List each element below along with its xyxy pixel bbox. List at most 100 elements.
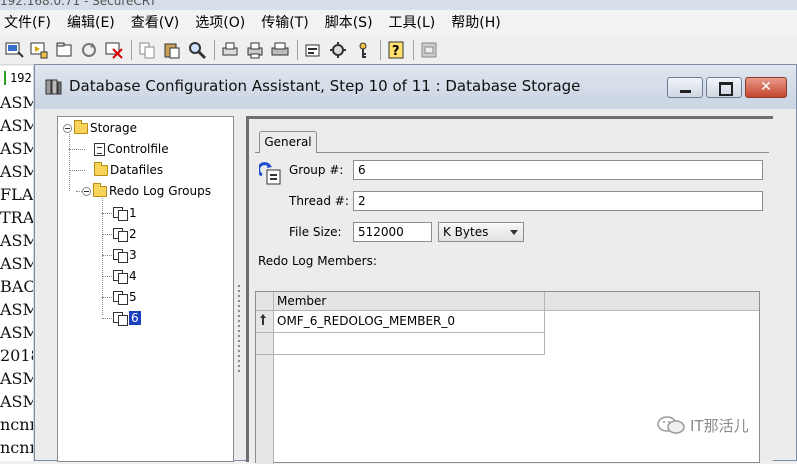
collapse-icon[interactable] [63, 123, 72, 133]
tree-node-group-4[interactable]: 4 [113, 267, 137, 285]
unit-select-value: K Bytes [443, 225, 489, 239]
reconnect-icon[interactable] [79, 40, 99, 60]
disconnect-icon[interactable] [104, 40, 124, 60]
redo-log-members-label: Redo Log Members: [258, 254, 377, 268]
controlfile-icon [94, 142, 105, 156]
wechat-icon [656, 414, 686, 436]
print-setup-icon[interactable] [220, 40, 240, 60]
chevron-down-icon [510, 230, 518, 235]
file-size-label: File Size: [289, 225, 342, 239]
toolbar-separator [413, 39, 414, 60]
folder-icon [93, 182, 107, 197]
global-options-icon[interactable] [328, 40, 348, 60]
tree-node-label: 3 [129, 248, 137, 262]
paste-icon[interactable] [162, 40, 182, 60]
redo-log-icon [113, 248, 128, 263]
session-options-icon[interactable] [303, 40, 323, 60]
minimize-button[interactable] [667, 77, 703, 98]
tab-container: General Group #: 6 Thread #: 2 File Size… [249, 119, 773, 464]
tree-node-datafiles[interactable]: Datafiles [94, 161, 163, 179]
tab-general[interactable]: General [259, 131, 317, 153]
help-icon[interactable]: ? [386, 40, 406, 60]
current-row-icon [260, 314, 266, 325]
session-status-indicator [4, 71, 6, 85]
table-cell-member[interactable] [274, 333, 545, 355]
menu-transfer[interactable]: 传输(T) [261, 12, 308, 32]
dbca-dialog: Database Configuration Assistant, Step 1… [34, 64, 797, 464]
toolbar-separator [297, 39, 298, 60]
key-icon[interactable] [353, 40, 373, 60]
toolbar-separator [214, 39, 215, 60]
print-icon[interactable] [270, 40, 290, 60]
dialog-title: Database Configuration Assistant, Step 1… [69, 77, 581, 95]
print-selection-icon[interactable] [245, 40, 265, 60]
redo-log-icon [113, 311, 128, 326]
tree-node-label: 4 [129, 269, 137, 283]
dbca-app-icon [43, 77, 63, 97]
tree-node-group-2[interactable]: 2 [113, 225, 137, 243]
close-icon: ✕ [760, 79, 772, 95]
tree-node-group-3[interactable]: 3 [113, 246, 137, 264]
tree-node-controlfile[interactable]: Controlfile [94, 140, 169, 158]
tree-node-group-6[interactable]: 6 [113, 309, 141, 327]
column-header-filler [545, 292, 759, 311]
group-number-field[interactable]: 6 [353, 160, 763, 180]
session-tab-label: 192 [10, 71, 32, 85]
file-size-unit-select[interactable]: K Bytes [438, 222, 524, 242]
redo-log-members-table[interactable]: Member OMF_6_REDOLOG_MEMBER_0 [255, 291, 760, 464]
column-header-member[interactable]: Member [274, 292, 545, 311]
tree-connector [69, 170, 85, 171]
find-icon[interactable] [187, 40, 207, 60]
crt-menu-bar: 文件(F) 编辑(E) 查看(V) 选项(O) 传输(T) 脚本(S) 工具(L… [0, 10, 797, 34]
tree-node-storage[interactable]: Storage [63, 119, 137, 137]
copy-icon[interactable] [137, 40, 157, 60]
row-header[interactable] [256, 333, 274, 355]
thread-number-label: Thread #: [289, 194, 349, 208]
connect-icon[interactable] [4, 40, 24, 60]
tree-node-group-5[interactable]: 5 [113, 288, 137, 306]
menu-tools[interactable]: 工具(L) [389, 12, 436, 32]
group-number-label: Group #: [289, 163, 344, 177]
redo-group-icon [257, 161, 285, 187]
watermark-text: IT那活儿 [690, 416, 749, 435]
tree-node-label: 1 [129, 206, 137, 220]
tree-node-label: Storage [90, 121, 137, 135]
redo-log-icon [113, 227, 128, 242]
crt-title-bar: 192.168.0.71 - SecureCRT [0, 0, 797, 10]
menu-options[interactable]: 选项(O) [195, 12, 245, 32]
split-pane-divider[interactable] [237, 285, 241, 375]
tree-node-label: Controlfile [107, 142, 169, 156]
quick-connect-icon[interactable] [29, 40, 49, 60]
tree-node-label-selected: 6 [129, 311, 141, 325]
tree-node-label: 2 [129, 227, 137, 241]
row-header[interactable] [256, 311, 274, 333]
sftp-icon[interactable] [419, 40, 439, 60]
tree-node-redo-log-groups[interactable]: Redo Log Groups [82, 182, 211, 200]
thread-number-field[interactable]: 2 [353, 191, 763, 211]
menu-help[interactable]: 帮助(H) [451, 12, 500, 32]
tree-connector [69, 149, 85, 150]
redo-log-icon [113, 269, 128, 284]
tree-connector [69, 134, 70, 191]
menu-script[interactable]: 脚本(S) [325, 12, 373, 32]
toolbar-separator [380, 39, 381, 60]
menu-file[interactable]: 文件(F) [4, 12, 51, 32]
folder-icon [74, 119, 88, 134]
storage-tree[interactable]: Storage Controlfile Datafiles Redo Log G… [57, 116, 234, 462]
menu-edit[interactable]: 编辑(E) [67, 12, 115, 32]
file-size-field[interactable]: 512000 [353, 222, 432, 242]
folder-icon [94, 161, 108, 176]
toolbar-separator [131, 39, 132, 60]
maximize-button[interactable] [706, 77, 742, 98]
collapse-icon[interactable] [82, 186, 91, 196]
dialog-title-bar[interactable]: Database Configuration Assistant, Step 1… [35, 65, 796, 109]
close-button[interactable]: ✕ [745, 77, 787, 98]
tree-node-label: Redo Log Groups [109, 184, 211, 198]
table-cell-member[interactable]: OMF_6_REDOLOG_MEMBER_0 [274, 311, 545, 333]
detail-panel: General Group #: 6 Thread #: 2 File Size… [246, 116, 773, 464]
table-corner [256, 292, 274, 311]
connect-tab-icon[interactable] [54, 40, 74, 60]
watermark: IT那活儿 [656, 414, 749, 436]
tree-node-group-1[interactable]: 1 [113, 204, 137, 222]
menu-view[interactable]: 查看(V) [131, 12, 180, 32]
